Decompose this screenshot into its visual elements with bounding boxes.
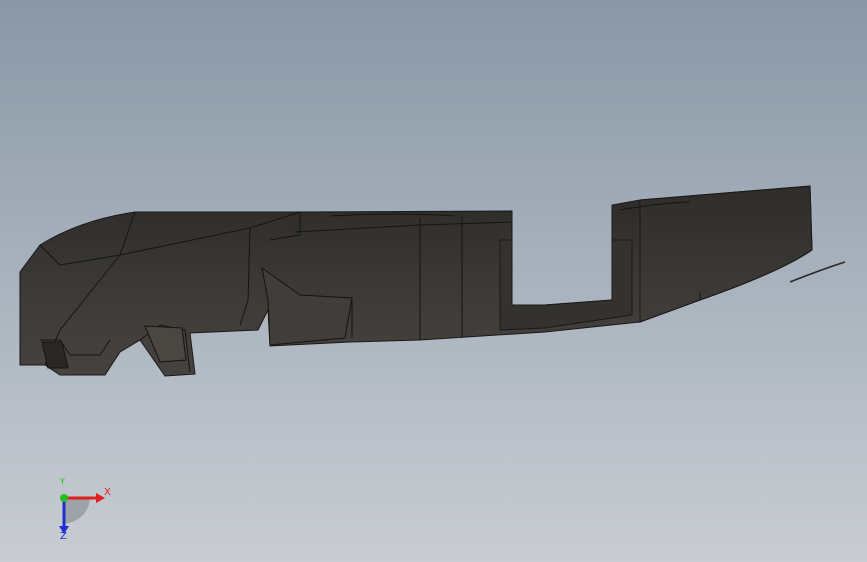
part-wire-tail — [789, 261, 846, 283]
triad-y-axis — [60, 494, 68, 502]
triad-z-label: Z — [60, 531, 67, 542]
triad-y-label: Y — [60, 477, 65, 486]
part-right-block — [639, 185, 813, 323]
part-slot — [499, 239, 633, 331]
triad-shadow — [64, 498, 90, 524]
triad-x-label: X — [104, 487, 111, 498]
graphics-viewport[interactable]: X Y Z — [0, 0, 867, 562]
cad-part-model[interactable] — [0, 0, 867, 562]
